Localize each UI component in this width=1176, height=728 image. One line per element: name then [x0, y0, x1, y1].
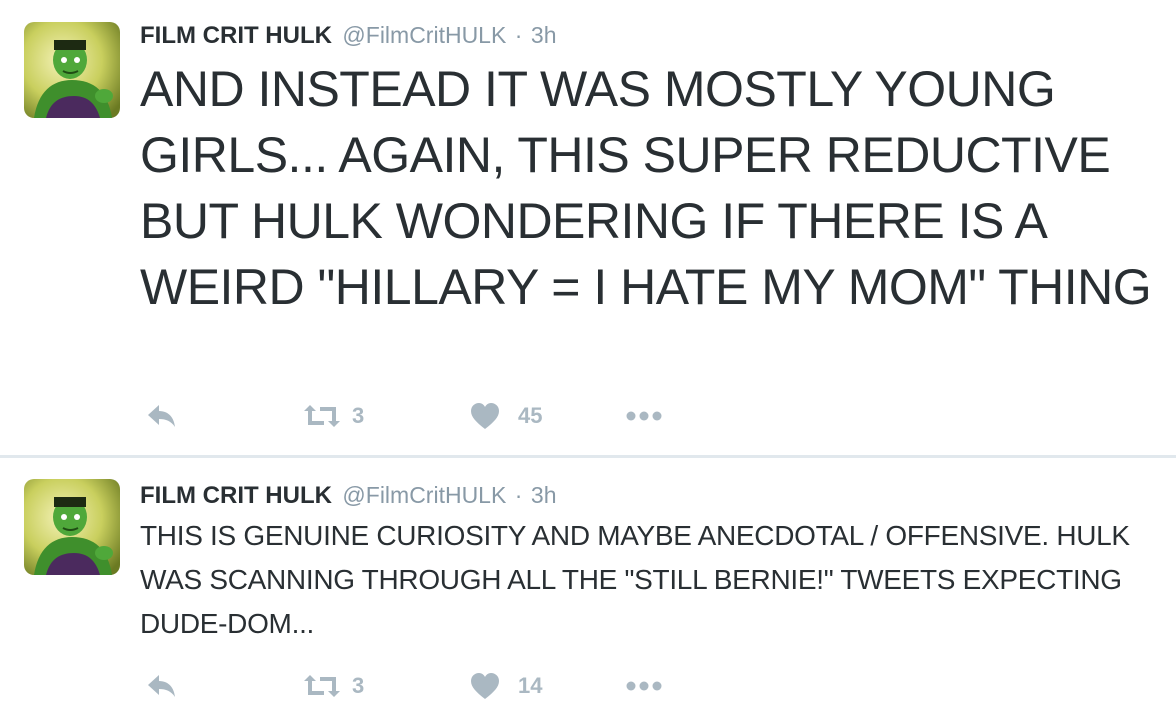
timestamp[interactable]: 3h — [531, 482, 557, 508]
heart-icon — [470, 672, 500, 700]
hulk-avatar[interactable] — [24, 479, 120, 575]
tweet-actions: 3 45 — [140, 396, 740, 436]
display-name[interactable]: FILM CRIT HULK — [140, 482, 332, 509]
more-dots-icon — [626, 411, 662, 421]
tweet-actions: 3 14 — [140, 666, 740, 706]
retweet-count: 3 — [352, 403, 365, 428]
like-count: 45 — [518, 403, 543, 428]
tweet-text: AND INSTEAD IT WAS MOSTLY YOUNG GIRLS...… — [140, 61, 1152, 315]
user-handle[interactable]: @FilmCritHULK — [342, 22, 506, 48]
retweet-icon — [302, 673, 342, 699]
user-handle[interactable]: @FilmCritHULK — [342, 482, 506, 508]
display-name[interactable]: FILM CRIT HULK — [140, 22, 332, 49]
hulk-avatar[interactable] — [24, 22, 120, 118]
retweet-button[interactable]: 3 — [302, 396, 364, 436]
tweet[interactable]: FILM CRIT HULK @FilmCritHULK · 3h THIS I… — [0, 458, 1176, 728]
like-count: 14 — [518, 673, 543, 698]
retweet-count: 3 — [352, 673, 365, 698]
tweet-header: FILM CRIT HULK @FilmCritHULK · 3h — [140, 20, 557, 50]
separator: · — [514, 482, 523, 508]
retweet-button[interactable]: 3 — [302, 666, 364, 706]
more-dots-icon — [626, 681, 662, 691]
tweet[interactable]: FILM CRIT HULK @FilmCritHULK · 3h AND IN… — [0, 0, 1176, 456]
separator: · — [514, 22, 523, 48]
more-button[interactable] — [626, 666, 662, 706]
like-button[interactable]: 45 — [470, 396, 542, 436]
reply-icon — [146, 403, 178, 429]
heart-icon — [470, 402, 500, 430]
reply-icon — [146, 673, 178, 699]
reply-button[interactable] — [146, 666, 178, 706]
tweet-text: THIS IS GENUINE CURIOSITY AND MAYBE ANEC… — [140, 520, 1130, 639]
like-button[interactable]: 14 — [470, 666, 542, 706]
more-button[interactable] — [626, 396, 662, 436]
timestamp[interactable]: 3h — [531, 22, 557, 48]
retweet-icon — [302, 403, 342, 429]
tweet-header: FILM CRIT HULK @FilmCritHULK · 3h — [140, 480, 557, 510]
reply-button[interactable] — [146, 396, 178, 436]
